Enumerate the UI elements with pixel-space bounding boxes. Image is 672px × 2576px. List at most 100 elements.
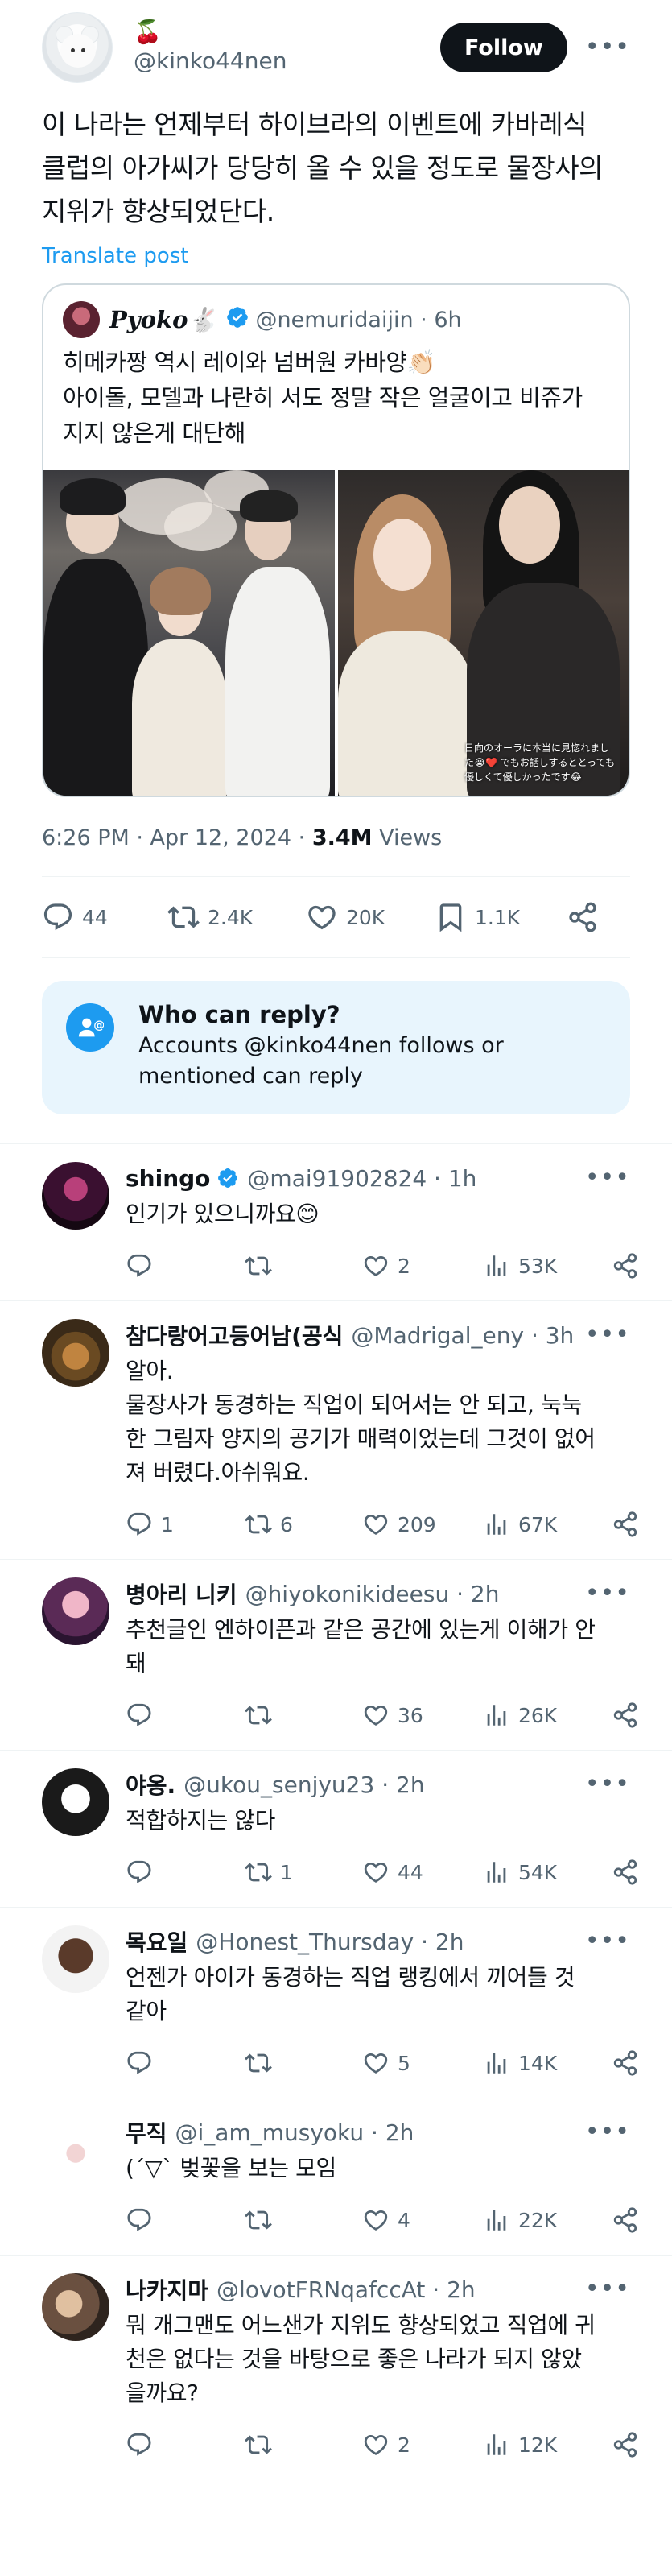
views-action[interactable]: 12K <box>483 2431 612 2458</box>
more-dots-icon[interactable]: ••• <box>585 2275 630 2303</box>
reply-item[interactable]: shingo @mai91902824 · 1h 인기가 있으니까요😊 2 53… <box>0 1143 672 1300</box>
reply-item[interactable]: 야옹. @ukou_senjyu23 · 2h 적합하지는 않다 1 44 54… <box>0 1750 672 1907</box>
bookmark-action[interactable]: 1.1K <box>435 901 567 933</box>
repost-action[interactable]: 2.4K <box>167 901 306 933</box>
reply-author-handle[interactable]: @Honest_Thursday · 2h <box>196 1929 464 1955</box>
share-action[interactable] <box>567 901 599 933</box>
reply-item[interactable]: 목요일 @Honest_Thursday · 2h 언젠가 아이가 동경하는 직… <box>0 1907 672 2098</box>
reply-author-handle[interactable]: @lovotFRNqafccAt · 2h <box>216 2276 476 2303</box>
reply-author-handle[interactable]: @Madrigal_eny · 3h <box>351 1322 574 1349</box>
heart-icon <box>362 1859 390 1886</box>
reply-action[interactable] <box>126 1252 245 1280</box>
tweet-timestamp-row: 6:26 PM · Apr 12, 2024 · 3.4M Views <box>0 797 672 858</box>
share-action[interactable] <box>612 2431 639 2458</box>
more-dots-icon[interactable]: ••• <box>585 35 630 60</box>
like-action[interactable]: 36 <box>362 1701 483 1729</box>
quote-media[interactable]: 日向のオーラに本当に見惚れました😭❤️ でもお話しするととっても優しくて優しかっ… <box>43 470 629 796</box>
reply-author-name[interactable]: 나카지마 <box>126 2273 208 2305</box>
share-action[interactable] <box>612 1701 639 1729</box>
more-dots-icon[interactable]: ••• <box>585 1321 630 1349</box>
share-action[interactable] <box>612 2206 639 2234</box>
more-dots-icon[interactable]: ••• <box>585 1579 630 1607</box>
quote-photo-1[interactable] <box>43 470 335 796</box>
reply-icon <box>43 903 72 931</box>
share-action[interactable] <box>612 2049 639 2077</box>
repost-icon <box>245 2431 272 2458</box>
reply-count: 1 <box>161 1512 174 1536</box>
more-dots-icon[interactable]: ••• <box>585 2118 630 2146</box>
share-action[interactable] <box>612 1859 639 1886</box>
repost-action[interactable]: 1 <box>245 1859 362 1886</box>
more-dots-icon[interactable]: ••• <box>585 1770 630 1798</box>
tweet-timestamp[interactable]: 6:26 PM · Apr 12, 2024 · <box>42 825 312 850</box>
like-action[interactable]: 44 <box>362 1859 483 1886</box>
repost-action[interactable] <box>245 2049 362 2077</box>
reply-author-name[interactable]: 목요일 <box>126 1925 188 1958</box>
repost-action[interactable] <box>245 2206 362 2234</box>
reply-item[interactable]: 병아리 니키 @hiyokonikideesu · 2h 추천글인 엔하이픈과 … <box>0 1559 672 1750</box>
reply-author-handle[interactable]: @mai91902824 · 1h <box>247 1165 476 1192</box>
reply-text: (´▽` 벚꽃을 보는 모임 <box>126 2152 639 2185</box>
reply-avatar[interactable] <box>42 1319 109 1387</box>
quoted-tweet-card[interactable]: Pyoko🐇 @nemuridaijin · 6h 히메카짱 역시 레이와 넘버… <box>42 283 630 797</box>
views-action[interactable]: 22K <box>483 2206 612 2234</box>
views-action[interactable]: 14K <box>483 2049 612 2077</box>
reply-item[interactable]: 무직 @i_am_musyoku · 2h (´▽` 벚꽃을 보는 모임 4 2… <box>0 2098 672 2255</box>
reply-avatar[interactable] <box>42 1162 109 1230</box>
like-action[interactable]: 5 <box>362 2049 483 2077</box>
repost-action[interactable] <box>245 2431 362 2458</box>
reply-action[interactable] <box>126 2431 245 2458</box>
reply-avatar[interactable] <box>42 1577 109 1645</box>
more-dots-icon[interactable]: ••• <box>585 1164 630 1192</box>
share-action[interactable] <box>612 1511 639 1538</box>
reply-avatar[interactable] <box>42 2116 109 2184</box>
author-handle[interactable]: @kinko44nen <box>134 46 440 76</box>
more-dots-icon[interactable]: ••• <box>585 1927 630 1955</box>
translate-post-link[interactable]: Translate post <box>0 234 672 272</box>
repost-action[interactable] <box>245 1701 362 1729</box>
views-icon <box>483 2206 510 2234</box>
reply-author-handle[interactable]: @i_am_musyoku · 2h <box>175 2119 414 2146</box>
quote-photo-2[interactable]: 日向のオーラに本当に見惚れました😭❤️ でもお話しするととっても優しくて優しかっ… <box>337 470 629 796</box>
repost-icon <box>167 906 200 928</box>
like-count: 36 <box>398 1703 423 1727</box>
reply-action[interactable] <box>126 1701 245 1729</box>
like-action[interactable]: 2 <box>362 2431 483 2458</box>
share-action[interactable] <box>612 1252 639 1280</box>
verified-badge-icon <box>225 305 249 335</box>
reply-author-name[interactable]: shingo <box>126 1165 210 1192</box>
views-action[interactable]: 53K <box>483 1252 612 1280</box>
views-count: 3.4M <box>311 825 373 850</box>
reply-action[interactable] <box>126 2206 245 2234</box>
like-action[interactable]: 209 <box>362 1511 483 1538</box>
views-action[interactable]: 67K <box>483 1511 612 1538</box>
heart-icon <box>362 2431 390 2458</box>
reply-item[interactable]: 나카지마 @lovotFRNqafccAt · 2h 뭐 개그맨도 어느샌가 지… <box>0 2255 672 2479</box>
reply-action[interactable] <box>126 2049 245 2077</box>
reply-author-handle[interactable]: @ukou_senjyu23 · 2h <box>183 1772 424 1798</box>
like-action[interactable]: 4 <box>362 2206 483 2234</box>
author-avatar[interactable] <box>42 12 113 83</box>
like-action[interactable]: 20K <box>306 901 435 933</box>
reply-avatar[interactable] <box>42 2273 109 2341</box>
reply-action[interactable]: 44 <box>42 901 167 933</box>
author-display-name[interactable]: 🍒 <box>134 19 440 46</box>
reply-author-name[interactable]: 무직 <box>126 2116 167 2148</box>
repost-action[interactable]: 6 <box>245 1511 362 1538</box>
reply-icon <box>126 1252 153 1280</box>
repost-action[interactable] <box>245 1252 362 1280</box>
reply-action[interactable]: 1 <box>126 1511 245 1538</box>
reply-avatar[interactable] <box>42 1925 109 1993</box>
views-action[interactable]: 54K <box>483 1859 612 1886</box>
views-action[interactable]: 26K <box>483 1701 612 1729</box>
reply-action[interactable] <box>126 1859 245 1886</box>
reply-author-name[interactable]: 병아리 니키 <box>126 1577 237 1610</box>
reply-item[interactable]: 참다랑어고등어남(공식 @Madrigal_eny · 3h 알아. 물장사가 동… <box>0 1300 672 1559</box>
reply-author-name[interactable]: 참다랑어고등어남(공식 <box>126 1319 343 1351</box>
like-action[interactable]: 2 <box>362 1252 483 1280</box>
reply-author-name[interactable]: 야옹. <box>126 1768 175 1801</box>
share-icon <box>612 1252 639 1280</box>
reply-avatar[interactable] <box>42 1768 109 1836</box>
reply-author-handle[interactable]: @hiyokonikideesu · 2h <box>245 1581 500 1607</box>
follow-button[interactable]: Follow <box>439 23 567 72</box>
